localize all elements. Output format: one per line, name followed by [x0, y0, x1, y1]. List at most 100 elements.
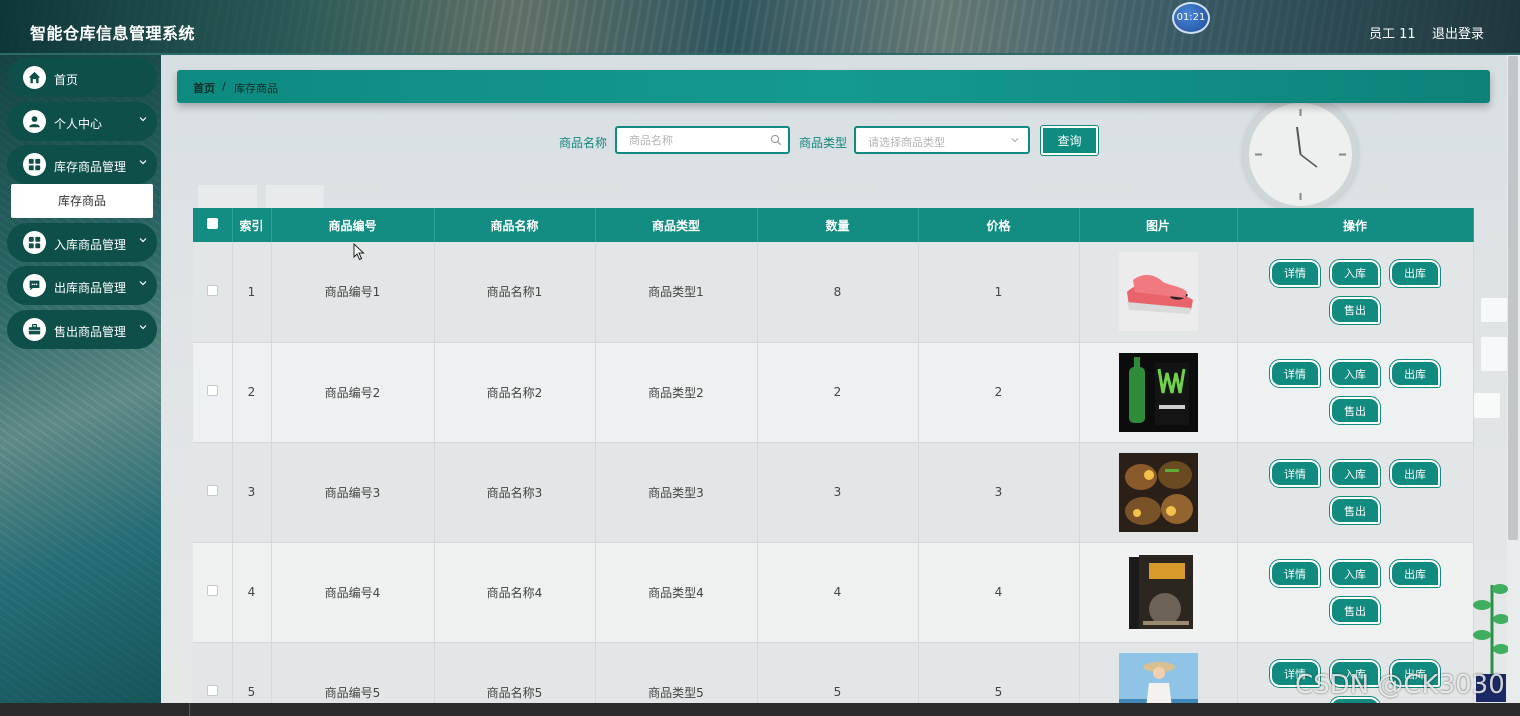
- cell-name: 商品名称5: [434, 642, 596, 703]
- query-button[interactable]: 查询: [1040, 125, 1099, 156]
- chevron-down-icon: [1011, 138, 1019, 143]
- side-decoration: [1474, 393, 1500, 418]
- outbound-button[interactable]: 出库: [1389, 559, 1441, 588]
- ghost-button[interactable]: [198, 185, 257, 209]
- cell-index: 4: [232, 542, 272, 643]
- type-select[interactable]: 请选择商品类型: [854, 126, 1030, 154]
- sidebar-item-inbound[interactable]: 入库商品管理: [7, 223, 157, 262]
- cell-code: 商品编号3: [271, 442, 435, 543]
- row-checkbox[interactable]: [206, 284, 218, 296]
- cell-price: 5: [918, 642, 1080, 703]
- sidebar-item-profile[interactable]: 个人中心: [7, 102, 157, 141]
- col-header-type: 商品类型: [595, 208, 758, 242]
- cell-name: 商品名称2: [434, 342, 596, 443]
- col-header-image: 图片: [1079, 208, 1238, 242]
- select-all-cell: [193, 208, 233, 242]
- inbound-button[interactable]: 入库: [1329, 359, 1381, 388]
- name-search-input[interactable]: [619, 130, 765, 150]
- sidebar-item-inventory[interactable]: 库存商品管理: [7, 145, 157, 184]
- cell-image: [1079, 342, 1238, 443]
- sidebar-item-home[interactable]: 首页: [7, 58, 157, 97]
- sidebar-item-outbound[interactable]: 出库商品管理: [7, 266, 157, 305]
- cell-price: 4: [918, 542, 1080, 643]
- col-header-price: 价格: [918, 208, 1080, 242]
- plant-decoration-icon: [1473, 584, 1508, 685]
- detail-button[interactable]: 详情: [1269, 559, 1321, 588]
- grid-icon: [23, 231, 46, 254]
- sidebar: 首页 个人中心 库存商品管理 库存商品 入库商品管理 出库商品管理 售出商品管理: [0, 55, 161, 703]
- cell-actions: 详情 入库 出库 售出: [1237, 542, 1474, 643]
- cell-index: 1: [232, 242, 272, 343]
- cell-name: 商品名称1: [434, 242, 596, 343]
- col-header-index: 索引: [232, 208, 272, 242]
- detail-button[interactable]: 详情: [1269, 258, 1321, 288]
- chevron-down-icon: [139, 117, 147, 122]
- cell-actions: 详情 入库 出库 售出: [1237, 242, 1474, 343]
- cell-image: [1079, 442, 1238, 543]
- detail-button[interactable]: 详情: [1269, 459, 1321, 488]
- bottom-taskbar: [0, 703, 1520, 716]
- person-image[interactable]: [1118, 652, 1198, 704]
- sold-button[interactable]: 售出: [1329, 295, 1381, 325]
- col-header-name: 商品名称: [434, 208, 596, 242]
- row-checkbox-cell: [193, 442, 233, 543]
- cell-type: 商品类型1: [595, 242, 758, 343]
- clock-badge: 01:21: [1172, 2, 1210, 34]
- home-icon: [23, 66, 46, 89]
- logout-link[interactable]: 退出登录: [1432, 23, 1484, 42]
- outbound-button[interactable]: 出库: [1389, 359, 1441, 388]
- sold-button[interactable]: 售出: [1329, 596, 1381, 625]
- row-checkbox-cell: [193, 242, 233, 343]
- sold-button[interactable]: 售出: [1329, 496, 1381, 525]
- user-icon: [23, 110, 46, 133]
- briefcase-icon: [23, 318, 46, 341]
- cell-actions: 详情 入库 出库 售出: [1237, 342, 1474, 443]
- wall-clock-decoration: [1243, 97, 1358, 212]
- chevron-down-icon: [139, 238, 147, 243]
- inbound-button[interactable]: 入库: [1329, 258, 1381, 288]
- food-image[interactable]: [1118, 452, 1198, 532]
- name-search-label: 商品名称: [559, 136, 608, 150]
- submenu-item-inventory-goods[interactable]: 库存商品: [11, 184, 153, 218]
- taskbar-divider: [189, 703, 190, 716]
- inbound-button[interactable]: 入库: [1329, 459, 1381, 488]
- outbound-button[interactable]: 出库: [1389, 459, 1441, 488]
- detail-button[interactable]: 详情: [1269, 359, 1321, 388]
- side-decoration: [1481, 298, 1507, 322]
- table-row: 3 商品编号3 商品名称3 商品类型3 3 3 详情 入库 出库 售出: [193, 442, 1474, 543]
- outbound-button[interactable]: 出库: [1389, 258, 1441, 288]
- cell-code: 商品编号5: [271, 642, 435, 703]
- drink-image[interactable]: [1118, 352, 1198, 432]
- sidebar-item-sold[interactable]: 售出商品管理: [7, 310, 157, 349]
- table-header-row: 索引 商品编号 商品名称 商品类型 数量 价格 图片 操作: [193, 208, 1474, 242]
- row-checkbox-cell: [193, 542, 233, 643]
- cell-code: 商品编号4: [271, 542, 435, 643]
- sidebar-item-label: 个人中心: [54, 117, 103, 131]
- chat-icon: [23, 274, 46, 297]
- table-row: 1 商品编号1 商品名称1 商品类型1 8 1 详情 入库 出库 售出: [193, 242, 1474, 343]
- cell-type: 商品类型2: [595, 342, 758, 443]
- book-image[interactable]: [1118, 552, 1198, 632]
- chevron-down-icon: [139, 281, 147, 286]
- select-all-checkbox[interactable]: [206, 218, 218, 229]
- cell-image: [1079, 542, 1238, 643]
- inbound-button[interactable]: 入库: [1329, 559, 1381, 588]
- sidebar-item-label: 售出商品管理: [54, 325, 127, 339]
- cell-quantity: 4: [757, 542, 919, 643]
- breadcrumb-home[interactable]: 首页: [193, 80, 215, 96]
- row-checkbox[interactable]: [206, 485, 218, 496]
- row-checkbox[interactable]: [206, 685, 218, 696]
- sold-button[interactable]: 售出: [1329, 396, 1381, 425]
- cell-quantity: 5: [757, 642, 919, 703]
- side-decoration: [1481, 337, 1507, 371]
- cell-name: 商品名称3: [434, 442, 596, 543]
- cell-actions: 详情 入库 出库 售出: [1237, 442, 1474, 543]
- top-header: 智能仓库信息管理系统 01:21 员工 11 退出登录: [0, 0, 1520, 55]
- scrollbar-thumb[interactable]: [1508, 56, 1518, 540]
- col-header-actions: 操作: [1237, 208, 1474, 242]
- row-checkbox[interactable]: [206, 385, 218, 396]
- row-checkbox[interactable]: [206, 585, 218, 596]
- cell-type: 商品类型5: [595, 642, 758, 703]
- shoe-image[interactable]: [1118, 252, 1198, 332]
- ghost-button[interactable]: [266, 185, 324, 209]
